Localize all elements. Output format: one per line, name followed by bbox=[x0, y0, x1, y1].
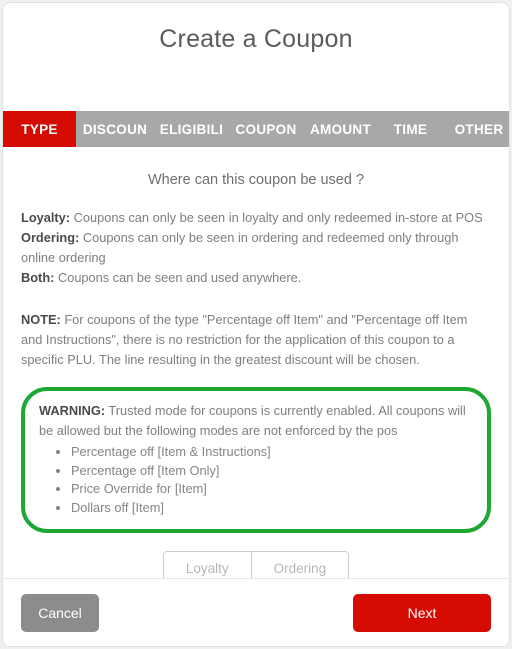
warning-mode-list: Percentage off [Item & Instructions] Per… bbox=[39, 443, 473, 517]
cancel-button[interactable]: Cancel bbox=[21, 593, 99, 632]
dialog-body: Where can this coupon be used ? Loyalty:… bbox=[3, 172, 509, 586]
dialog-footer: Cancel Next bbox=[3, 578, 509, 646]
wizard-tabbar: TYPE DISCOUN ELIGIBILI COUPON AMOUNT TIM… bbox=[3, 111, 509, 147]
warning-paragraph: WARNING: Trusted mode for coupons is cur… bbox=[39, 401, 473, 441]
note-term: NOTE: bbox=[21, 312, 61, 327]
tab-label: TYPE bbox=[21, 121, 58, 137]
tab-label: AMOUNT bbox=[309, 121, 372, 137]
definition-text: Coupons can be seen and used anywhere. bbox=[54, 270, 302, 285]
next-button[interactable]: Next bbox=[353, 593, 491, 632]
list-item: Dollars off [Item] bbox=[71, 499, 473, 518]
note-paragraph: NOTE: For coupons of the type "Percentag… bbox=[21, 310, 491, 370]
tab-discount[interactable]: DISCOUN bbox=[76, 111, 154, 147]
tab-label: TIME bbox=[393, 121, 428, 137]
definition-text: Coupons can only be seen in ordering and… bbox=[21, 230, 459, 265]
tab-label: DISCOUN bbox=[82, 121, 148, 137]
definition-term: Both: bbox=[21, 270, 55, 285]
tab-label: ELIGIBILI bbox=[159, 121, 224, 137]
list-item: Price Override for [Item] bbox=[71, 480, 473, 499]
note-text: For coupons of the type "Percentage off … bbox=[21, 312, 468, 367]
warning-box: WARNING: Trusted mode for coupons is cur… bbox=[21, 387, 491, 533]
tab-label: COUPON bbox=[235, 121, 297, 137]
section-question: Where can this coupon be used ? bbox=[147, 172, 365, 188]
definition-text: Coupons can only be seen in loyalty and … bbox=[70, 210, 483, 225]
definition-both: Both: Coupons can be seen and used anywh… bbox=[21, 268, 491, 288]
definition-term: Loyalty: bbox=[21, 210, 71, 225]
create-coupon-dialog: Create a Coupon TYPE DISCOUN ELIGIBILI C… bbox=[2, 2, 510, 647]
dialog-header: Create a Coupon bbox=[3, 3, 509, 111]
list-item: Percentage off [Item Only] bbox=[71, 462, 473, 481]
definition-loyalty: Loyalty: Coupons can only be seen in loy… bbox=[21, 208, 491, 228]
tab-amount[interactable]: AMOUNT bbox=[303, 111, 378, 147]
tab-label: OTHER bbox=[454, 121, 504, 137]
list-item: Percentage off [Item & Instructions] bbox=[71, 443, 473, 462]
tab-coupon[interactable]: COUPON bbox=[229, 111, 303, 147]
tab-type[interactable]: TYPE bbox=[3, 111, 76, 147]
definition-ordering: Ordering: Coupons can only be seen in or… bbox=[21, 228, 491, 268]
warning-term: WARNING: bbox=[39, 403, 106, 418]
tab-time[interactable]: TIME bbox=[378, 111, 443, 147]
page-title: Create a Coupon bbox=[159, 25, 353, 53]
tab-eligibility[interactable]: ELIGIBILI bbox=[154, 111, 229, 147]
definition-term: Ordering: bbox=[21, 230, 80, 245]
tab-other[interactable]: OTHER bbox=[443, 111, 509, 147]
